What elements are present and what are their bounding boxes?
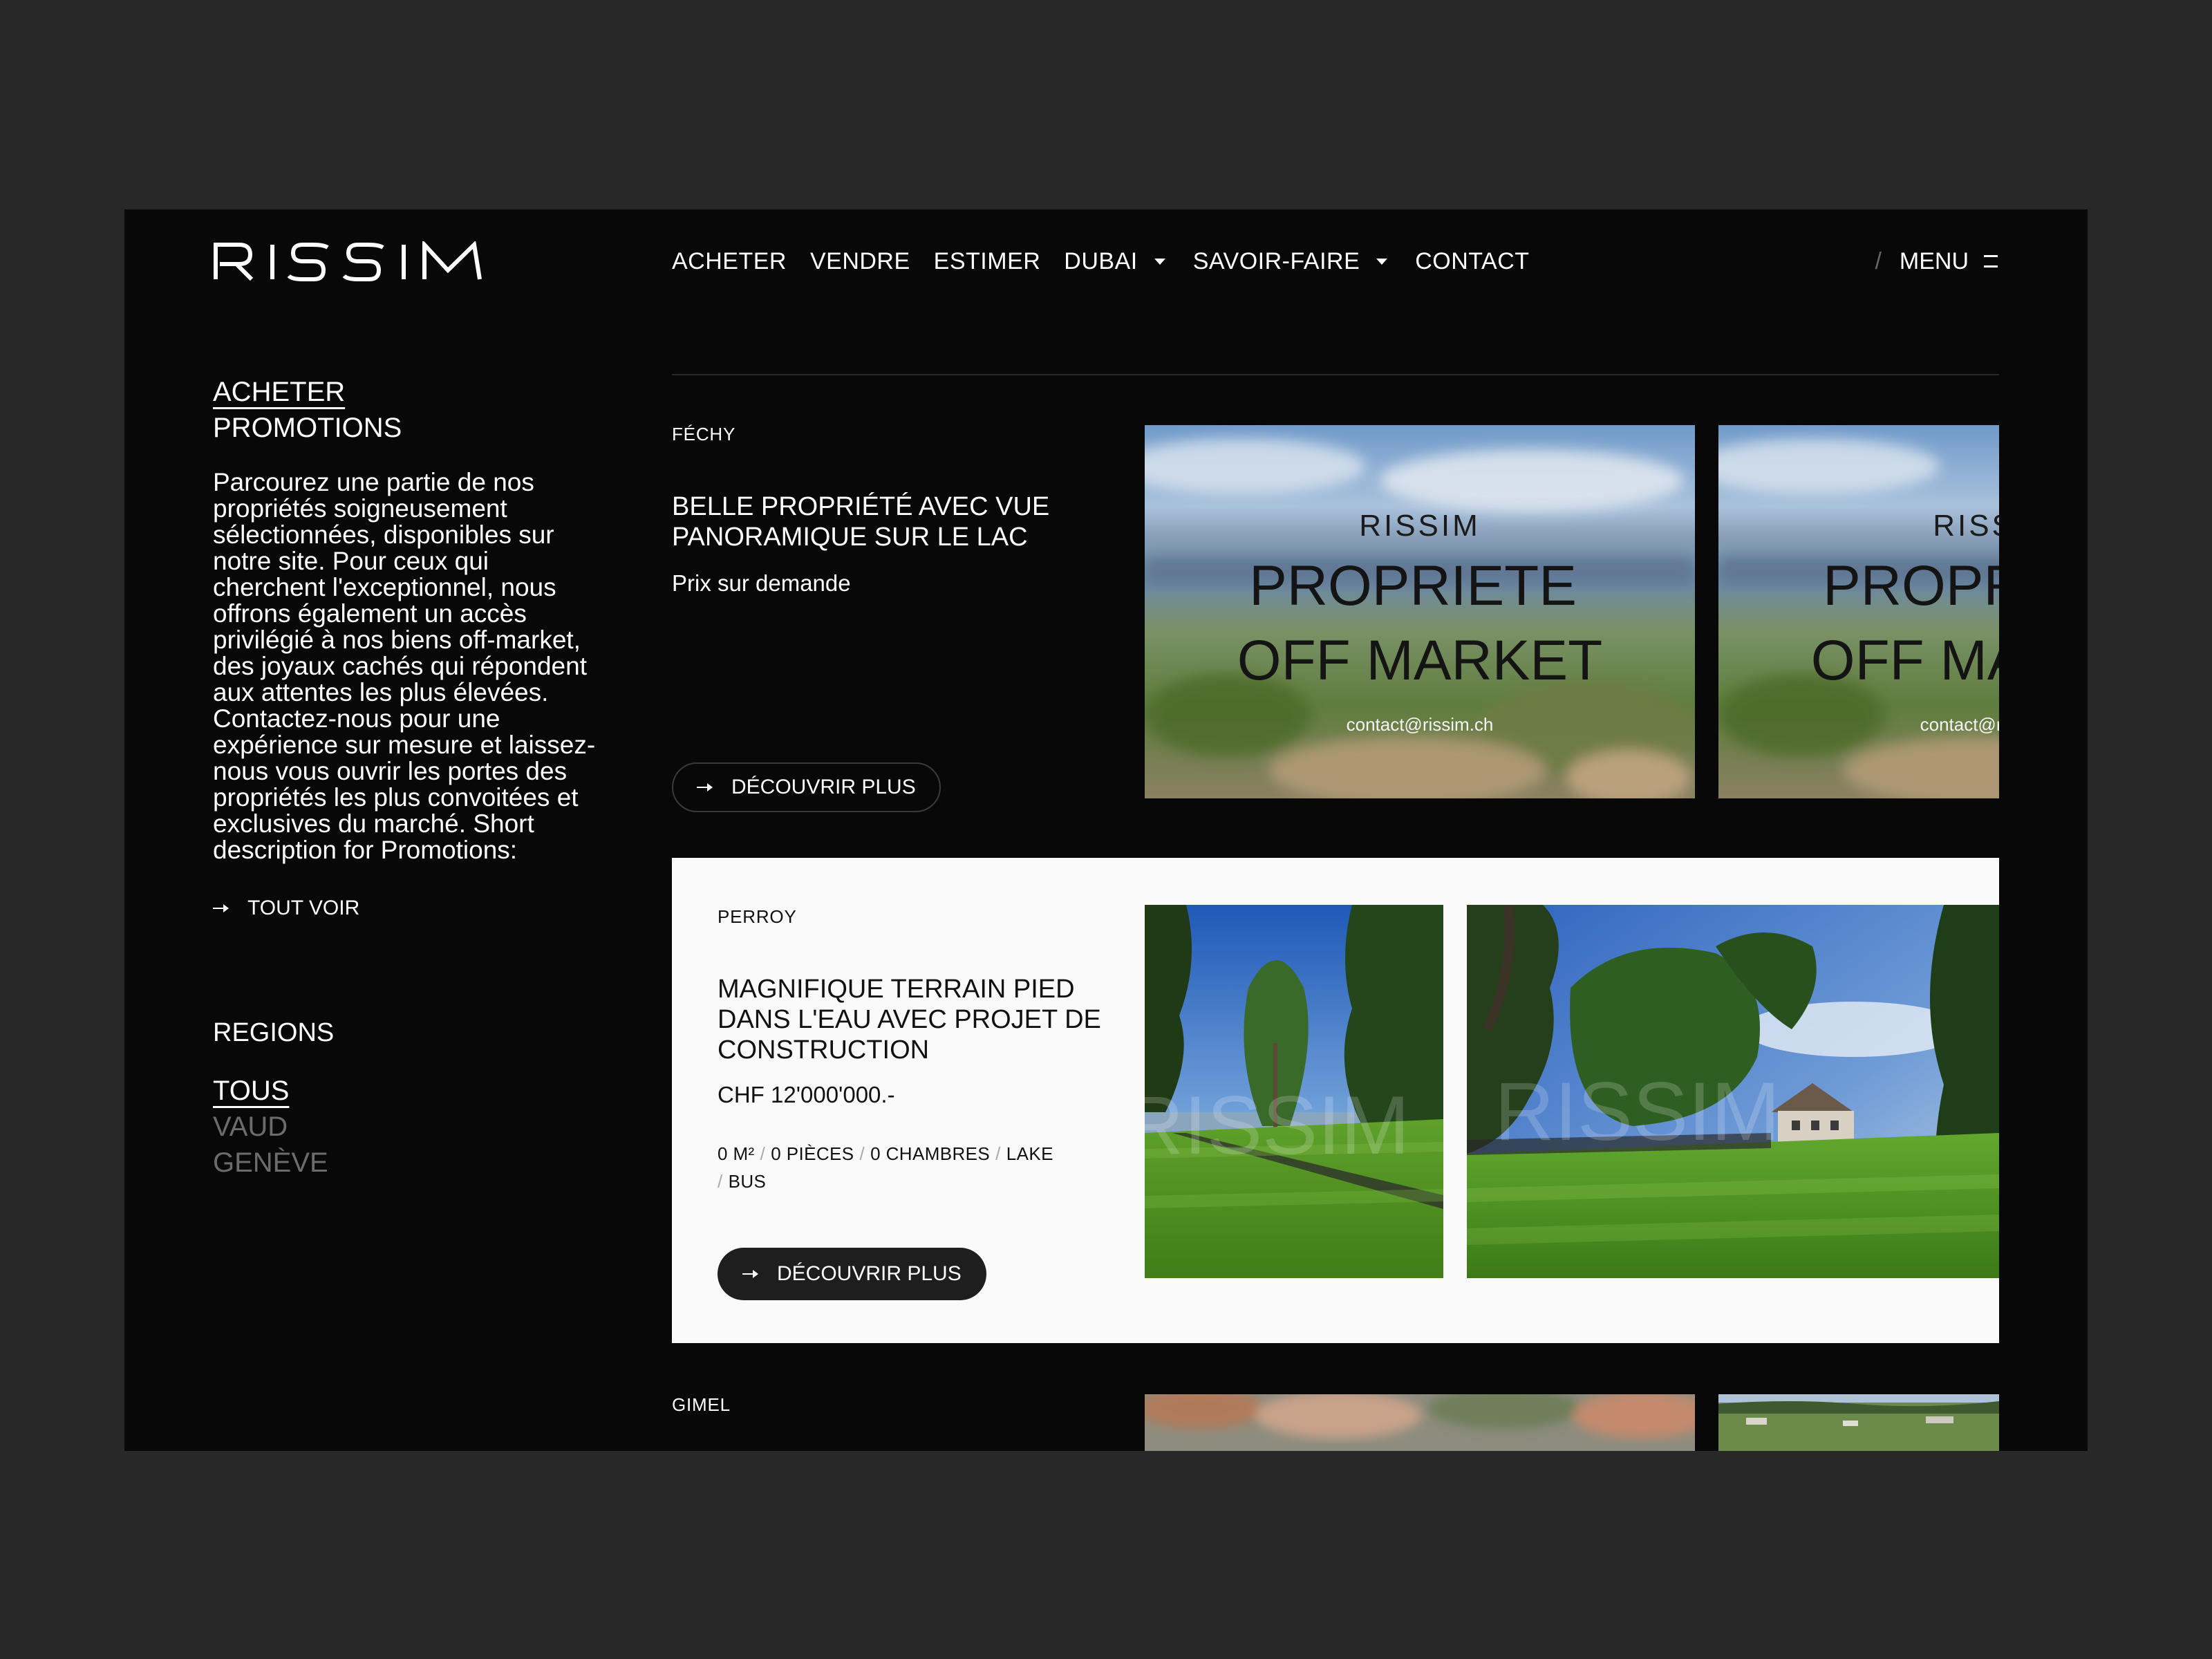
region-filter: TOUS VAUD GENÈVE <box>213 1073 607 1181</box>
listing-title[interactable]: MAGNIFIQUE TERRAIN PIED DANS L'EAU AVEC … <box>718 974 1132 1065</box>
listing-card: GIMEL <box>672 1391 1999 1451</box>
placeholder-line1: PROPRIETE <box>1249 554 1577 617</box>
sidebar: ACHETER PROMOTIONS Parcourez une partie … <box>213 374 607 1181</box>
nav-dubai[interactable]: DUBAI <box>1064 248 1165 275</box>
breadcrumb-acheter[interactable]: ACHETER <box>213 374 607 410</box>
blurred-village-image <box>1145 1394 1695 1451</box>
region-tous[interactable]: TOUS <box>213 1073 607 1109</box>
menu-separator: / <box>1875 247 1882 274</box>
listing-photo[interactable]: RISSIM PROPRIETE OFF MARKET contact@riss… <box>1718 425 1999 798</box>
spec-separator: / <box>718 1171 723 1192</box>
section-description: Parcourez une partie de nos propriétés s… <box>213 468 596 864</box>
nav-savoir-faire[interactable]: SAVOIR-FAIRE <box>1193 248 1388 275</box>
listing-photo[interactable]: RISSIM <box>1467 905 1999 1278</box>
content-divider <box>672 374 1999 375</box>
listing-title[interactable]: BELLE PROPRIÉTÉ AVEC VUE PANORAMIQUE SUR… <box>672 491 1114 552</box>
spec-separator: / <box>859 1143 865 1164</box>
placeholder-email: contact@rissim.ch <box>1920 714 1999 735</box>
nav-savoir-faire-label: SAVOIR-FAIRE <box>1192 247 1360 274</box>
listing-photo[interactable] <box>1145 1394 1695 1451</box>
nav-estimer[interactable]: ESTIMER <box>934 248 1041 275</box>
offmarket-placeholder-image: RISSIM PROPRIETE OFF MARKET contact@riss… <box>1145 425 1695 798</box>
listing-price: Prix sur demande <box>672 570 851 596</box>
main-nav: ACHETER VENDRE ESTIMER DUBAI SAVOIR-FAIR… <box>672 245 1553 277</box>
see-all-label: TOUT VOIR <box>247 897 360 919</box>
photo-watermark: RISSIM <box>1494 1065 1780 1158</box>
menu-label: MENU <box>1899 247 1969 274</box>
listing-price: CHF 12'000'000.- <box>718 1082 895 1107</box>
region-vaud[interactable]: VAUD <box>213 1109 607 1145</box>
discover-more-label: DÉCOUVRIR PLUS <box>777 1262 962 1285</box>
listing-card: FÉCHY BELLE PROPRIÉTÉ AVEC VUE PANORAMIQ… <box>672 422 1999 812</box>
browser-viewport: ACHETER VENDRE ESTIMER DUBAI SAVOIR-FAIR… <box>124 209 2088 1451</box>
spec-bedrooms: 0 CHAMBRES <box>870 1143 991 1164</box>
countryside-image <box>1718 1394 1999 1451</box>
placeholder-line2: OFF MARKET <box>1811 629 1999 692</box>
offmarket-placeholder-image: RISSIM PROPRIETE OFF MARKET contact@riss… <box>1718 425 1999 798</box>
placeholder-line1: PROPRIETE <box>1823 554 1999 617</box>
listing-specs: 0 M²/0 PIÈCES/0 CHAMBRES / LAKE / BUS <box>718 1140 1091 1195</box>
discover-more-label: DÉCOUVRIR PLUS <box>731 776 916 798</box>
nav-vendre[interactable]: VENDRE <box>810 248 910 275</box>
spec-separator: / <box>760 1143 766 1164</box>
arrow-right-icon <box>213 904 229 912</box>
nav-estimer-label: ESTIMER <box>933 247 1041 274</box>
placeholder-email: contact@rissim.ch <box>1347 714 1494 735</box>
photo-watermark: RISSIM <box>1145 1079 1409 1172</box>
spec-rooms: 0 PIÈCES <box>771 1143 854 1164</box>
breadcrumb-promotions: PROMOTIONS <box>213 413 402 443</box>
spec-surface: 0 M² <box>718 1143 755 1164</box>
discover-more-button[interactable]: DÉCOUVRIR PLUS <box>718 1248 986 1300</box>
regions-title: REGIONS <box>213 1018 335 1047</box>
listing-photo[interactable]: RISSIM PROPRIETE OFF MARKET contact@riss… <box>1145 425 1695 798</box>
lakeside-lawn-image: RISSIM <box>1145 905 1443 1278</box>
nav-acheter[interactable]: ACHETER <box>672 248 787 275</box>
rissim-logo[interactable] <box>213 239 482 281</box>
arrow-right-icon <box>742 1270 758 1278</box>
listing-photo[interactable]: RISSIM <box>1145 905 1443 1278</box>
listing-location: GIMEL <box>672 1394 731 1415</box>
estate-garden-image: RISSIM <box>1467 905 1999 1278</box>
menu-button[interactable]: / MENU <box>1875 245 1998 277</box>
placeholder-brand: RISSIM <box>1933 509 1999 543</box>
placeholder-line2: OFF MARKET <box>1237 629 1602 692</box>
listing-location: FÉCHY <box>672 424 736 444</box>
nav-dubai-label: DUBAI <box>1064 247 1138 274</box>
nav-acheter-label: ACHETER <box>672 247 787 274</box>
caret-down-icon <box>1376 258 1388 265</box>
listing-card-highlighted[interactable]: PERROY MAGNIFIQUE TERRAIN PIED DANS L'EA… <box>672 858 1999 1343</box>
caret-down-icon <box>1154 258 1165 265</box>
nav-contact[interactable]: CONTACT <box>1415 248 1529 275</box>
discover-more-button[interactable]: DÉCOUVRIR PLUS <box>672 762 941 812</box>
region-geneve[interactable]: GENÈVE <box>213 1145 607 1181</box>
placeholder-brand: RISSIM <box>1359 509 1481 543</box>
listing-photo[interactable] <box>1718 1394 1999 1451</box>
spec-lake: LAKE <box>1006 1143 1053 1164</box>
spec-separator: / <box>995 1143 1001 1164</box>
nav-vendre-label: VENDRE <box>809 247 910 274</box>
see-all-link[interactable]: TOUT VOIR <box>213 897 607 920</box>
arrow-right-icon <box>697 783 713 791</box>
logo-wordmark <box>214 239 482 281</box>
spec-bus: BUS <box>728 1171 767 1192</box>
hamburger-icon <box>1984 255 1998 268</box>
nav-contact-label: CONTACT <box>1415 247 1530 274</box>
listing-location: PERROY <box>718 906 797 927</box>
